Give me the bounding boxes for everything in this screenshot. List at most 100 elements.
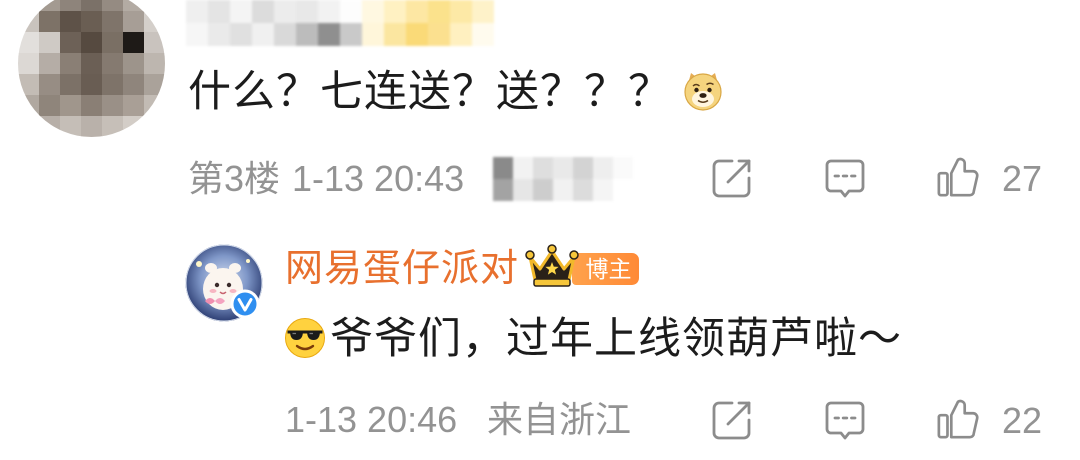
pixelation-tile <box>593 179 614 201</box>
pixelation-tile <box>553 179 574 201</box>
pixelation-tile <box>450 0 473 24</box>
pixelation-tile <box>406 23 429 46</box>
comment-icon[interactable] <box>823 157 867 201</box>
like-count: 22 <box>1002 400 1043 441</box>
pixelation-tile <box>60 32 82 54</box>
pixelation-tile <box>60 11 82 33</box>
pixelation-tile <box>318 0 341 24</box>
pixelation-tile <box>428 23 451 46</box>
pixelation-tile <box>362 0 385 24</box>
pixelation-tile <box>102 95 124 117</box>
pixelation-tile <box>60 74 82 96</box>
pixelation-tile <box>186 23 209 46</box>
pixelation-tile <box>230 23 253 46</box>
pixelation-tile <box>533 157 554 180</box>
sunglasses-emoji <box>285 318 325 358</box>
pixelation-tile <box>18 53 40 75</box>
pixelation-tile <box>406 0 429 24</box>
share-button[interactable] <box>710 156 754 200</box>
pixelation-tile <box>186 0 209 24</box>
pixelation-tile <box>123 0 145 12</box>
pixelation-tile <box>81 11 103 33</box>
pixelation-tile <box>230 0 253 24</box>
pixelation-tile <box>274 23 297 46</box>
thumb-up-icon[interactable] <box>936 397 980 441</box>
pixelation-tile <box>493 157 514 180</box>
pixelation-tile <box>144 11 165 33</box>
pixelation-tile <box>123 53 145 75</box>
pixelation-tile <box>60 95 82 117</box>
pixelation-tile <box>296 23 319 46</box>
pixelation-tile <box>513 157 534 180</box>
pixelation-tile <box>340 0 363 24</box>
commenter-avatar[interactable] <box>18 0 165 137</box>
pixelation-tile <box>472 23 494 46</box>
pixelation-tile <box>450 23 473 46</box>
reply-button[interactable] <box>823 157 867 201</box>
comment-text: 什么？七连送？送？？？ <box>188 68 672 116</box>
commenter-name-redacted[interactable] <box>186 0 494 46</box>
share-icon[interactable] <box>710 398 754 442</box>
pixelation-tile <box>60 116 82 137</box>
like-button[interactable] <box>936 397 980 441</box>
pixelation-tile <box>39 74 61 96</box>
like-button[interactable] <box>936 155 980 199</box>
pixelation-tile <box>573 179 594 201</box>
pixelation-tile <box>81 0 103 12</box>
reply-author-name[interactable]: 网易蛋仔派对 <box>285 246 519 292</box>
verified-icon <box>230 289 260 319</box>
pixelation-tile <box>18 0 40 12</box>
pixelation-tile <box>39 116 61 137</box>
pixelation-tile <box>18 74 40 96</box>
pixelation-tile <box>123 32 145 54</box>
pixelation-tile <box>208 0 231 24</box>
pixelation-tile <box>553 157 574 180</box>
thumb-up-icon[interactable] <box>936 155 980 199</box>
share-button[interactable] <box>710 398 754 442</box>
pixelation-tile <box>428 0 451 24</box>
comment-time: 1-13 20:43 <box>292 158 465 199</box>
pixelation-tile <box>613 157 633 180</box>
pixelation-tile <box>493 179 514 201</box>
pixelation-tile <box>340 23 363 46</box>
pixelation-tile <box>102 11 124 33</box>
pixelation-tile <box>252 23 275 46</box>
pixelation-tile <box>513 179 534 201</box>
pixelation-tile <box>613 179 633 201</box>
pixelation-tile <box>39 53 61 75</box>
pixelation-tile <box>362 23 385 46</box>
pixelation-tile <box>533 179 554 201</box>
pixelation-tile <box>384 23 407 46</box>
share-icon[interactable] <box>710 156 754 200</box>
pixelation-tile <box>60 53 82 75</box>
pixelation-tile <box>123 116 145 137</box>
crown-icon <box>525 244 579 287</box>
pixelation-tile <box>384 0 407 24</box>
reply-location: 来自浙江 <box>487 399 632 440</box>
pixelation-tile <box>274 0 297 24</box>
blogger-badge: 博主 <box>572 253 639 285</box>
pixelation-tile <box>144 74 165 96</box>
pixelation-tile <box>252 0 275 24</box>
reply-button[interactable] <box>823 399 867 443</box>
pixelation-tile <box>81 74 103 96</box>
pixelation-tile <box>18 116 40 137</box>
pixelation-tile <box>102 74 124 96</box>
pixelation-tile <box>81 116 103 137</box>
pixelation-tile <box>318 23 341 46</box>
pixelation-tile <box>144 0 165 12</box>
reply-text: 爷爷们，过年上线领葫芦啦～ <box>330 315 902 363</box>
pixelation-tile <box>102 53 124 75</box>
pixelation-tile <box>123 11 145 33</box>
pixelation-tile <box>18 32 40 54</box>
comment-location-redacted <box>493 157 633 201</box>
comment-icon[interactable] <box>823 399 867 443</box>
pixelation-tile <box>102 32 124 54</box>
pixelation-tile <box>81 53 103 75</box>
pixelation-tile <box>18 95 40 117</box>
floor-label: 第3楼 <box>188 158 281 199</box>
pixelation-tile <box>39 95 61 117</box>
pixelation-tile <box>18 11 40 33</box>
pixelation-tile <box>144 32 165 54</box>
pixelation-tile <box>39 11 61 33</box>
